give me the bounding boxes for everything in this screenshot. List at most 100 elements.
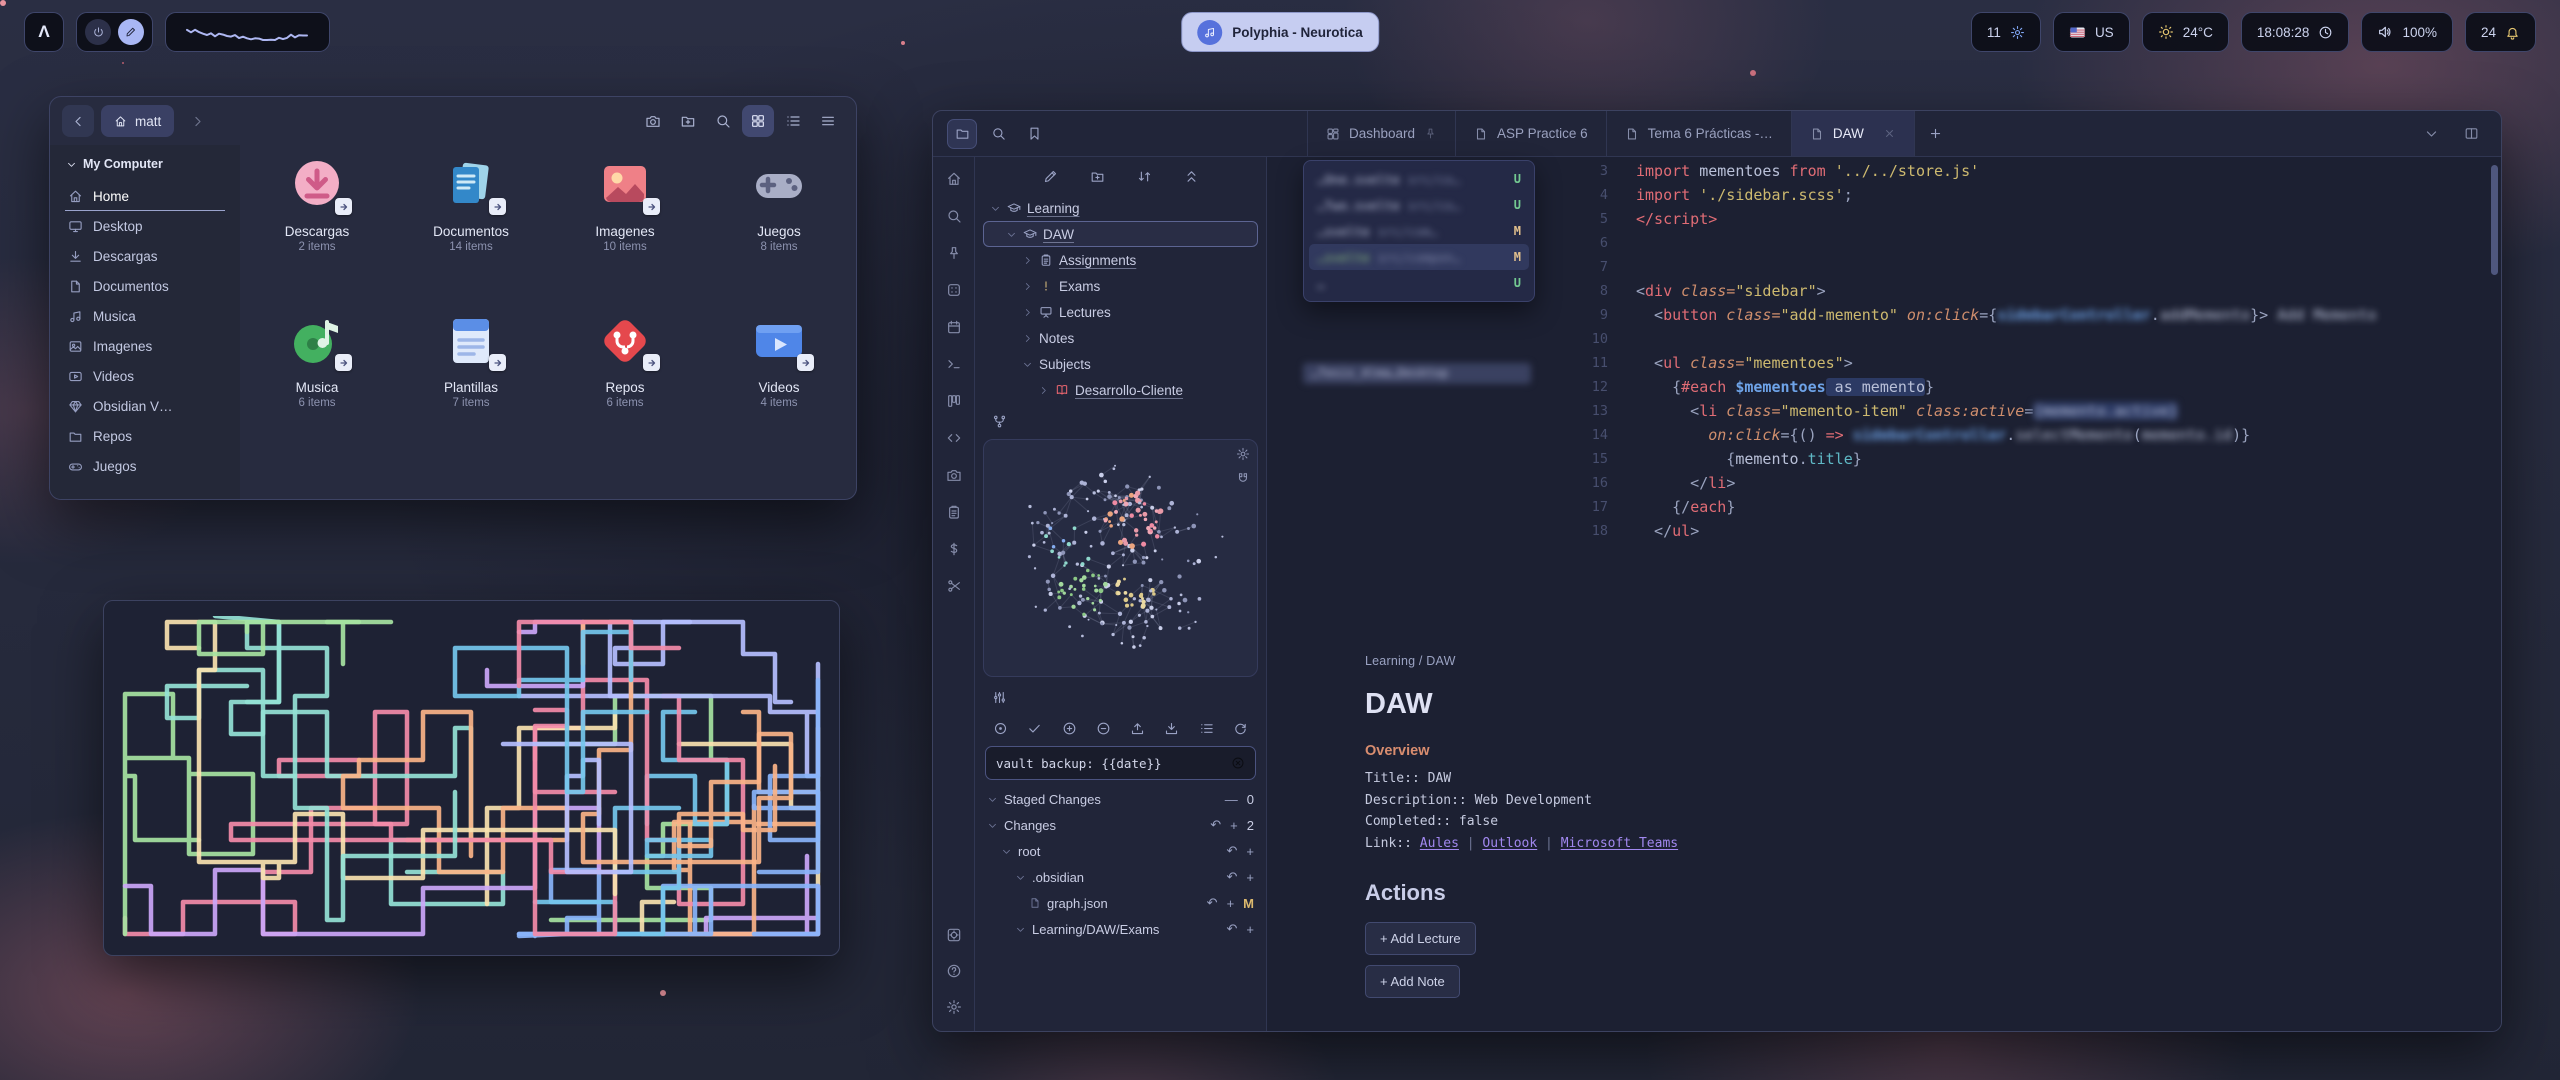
- open-file-row[interactable]: …One.sveltesrc/co…U: [1309, 166, 1529, 192]
- ribbon-dice-button[interactable]: [942, 278, 966, 302]
- folder-repos[interactable]: Repos6 items: [553, 313, 697, 469]
- tree-item-notes[interactable]: Notes: [983, 325, 1258, 351]
- tree-item-learning[interactable]: Learning: [983, 195, 1258, 221]
- folder-videos[interactable]: Videos4 items: [707, 313, 851, 469]
- sort-button[interactable]: [1137, 169, 1152, 184]
- folder-plus-button[interactable]: [1090, 169, 1105, 184]
- search-view-button[interactable]: [707, 105, 739, 137]
- add-lecture-button[interactable]: + Add Lecture: [1365, 922, 1476, 955]
- folder-imagenes[interactable]: Imagenes10 items: [553, 157, 697, 313]
- folder-plantillas[interactable]: Plantillas7 items: [399, 313, 543, 469]
- git-row-graph-json[interactable]: graph.json↶+M: [983, 890, 1258, 916]
- launcher-button[interactable]: Λ: [24, 12, 64, 52]
- ribbon-home-button[interactable]: [942, 167, 966, 191]
- editor-area[interactable]: 3import mementoes from '../../store.js'4…: [1267, 157, 2501, 1031]
- pencil-button[interactable]: [1043, 169, 1058, 184]
- collapse-button[interactable]: [1184, 169, 1199, 184]
- ribbon-calendar-button[interactable]: [942, 315, 966, 339]
- graph-gear-button[interactable]: [1236, 447, 1250, 461]
- ribbon-vault-button[interactable]: [942, 923, 966, 947]
- stage-icon[interactable]: +: [1246, 844, 1254, 859]
- folder-juegos[interactable]: Juegos8 items: [707, 157, 851, 313]
- open-file-row[interactable]: …Two.sveltesrc/co…U: [1309, 192, 1529, 218]
- git-upload-tray-button[interactable]: [1130, 721, 1145, 736]
- git-check-button[interactable]: [1027, 721, 1042, 736]
- tab-daw[interactable]: DAW: [1791, 111, 1915, 156]
- note-link-outlook[interactable]: Outlook: [1482, 836, 1537, 851]
- open-file-row[interactable]: …U: [1309, 270, 1529, 296]
- folder-documentos[interactable]: Documentos14 items: [399, 157, 543, 313]
- git-refresh-button[interactable]: [1233, 721, 1248, 736]
- git-row-learning-daw-exams[interactable]: Learning/DAW/Exams↶+: [983, 916, 1258, 942]
- sidebar-item-obsidian-v[interactable]: Obsidian V…: [58, 391, 232, 421]
- stage-icon[interactable]: +: [1230, 818, 1238, 833]
- commit-message-input[interactable]: vault backup: {{date}}: [985, 746, 1256, 780]
- scrollbar[interactable]: [2491, 165, 2498, 275]
- open-file-row[interactable]: …sveltesrc/com…M: [1309, 218, 1529, 244]
- local-graph-panel[interactable]: [983, 439, 1258, 677]
- tab-tema-6-pr-cticas[interactable]: Tema 6 Prácticas -…: [1606, 111, 1791, 156]
- ribbon-camera-button[interactable]: [942, 463, 966, 487]
- pipes-terminal-window[interactable]: [103, 600, 840, 956]
- git-row-root[interactable]: root↶+: [983, 838, 1258, 864]
- ribbon-clipboard-button[interactable]: [942, 500, 966, 524]
- discard-icon[interactable]: ↶: [1210, 817, 1221, 833]
- list-view-button[interactable]: [777, 105, 809, 137]
- new-tab-button[interactable]: [1915, 111, 1957, 156]
- note-link-microsoft-teams[interactable]: Microsoft Teams: [1561, 836, 1678, 851]
- discard-icon[interactable]: ↶: [1227, 843, 1238, 859]
- volume-widget[interactable]: 100%: [2361, 12, 2453, 52]
- tree-item-daw[interactable]: DAW: [983, 221, 1258, 247]
- close-tab-icon[interactable]: [1883, 127, 1896, 140]
- folder-sidebar-tab[interactable]: [947, 119, 977, 149]
- note-link-aules[interactable]: Aules: [1420, 836, 1459, 851]
- clear-message-icon[interactable]: [1231, 756, 1245, 770]
- ribbon-dollar-button[interactable]: [942, 537, 966, 561]
- sidebar-item-videos[interactable]: Videos: [58, 361, 232, 391]
- tree-item-assignments[interactable]: Assignments: [983, 247, 1258, 273]
- stage-icon[interactable]: +: [1246, 870, 1254, 885]
- updates-widget[interactable]: 11: [1971, 12, 2041, 52]
- sidebar-item-musica[interactable]: Musica: [58, 301, 232, 331]
- forward-button[interactable]: [181, 105, 213, 137]
- tree-item-lectures[interactable]: Lectures: [983, 299, 1258, 325]
- git-row-changes[interactable]: Changes↶+2: [983, 812, 1258, 838]
- sidebar-item-home[interactable]: Home: [58, 181, 232, 211]
- sidebar-item-repos[interactable]: Repos: [58, 421, 232, 451]
- ribbon-pin-button[interactable]: [942, 241, 966, 265]
- git-row-obsidian[interactable]: .obsidian↶+: [983, 864, 1258, 890]
- sidebar-item-imagenes[interactable]: Imagenes: [58, 331, 232, 361]
- ribbon-scissors-button[interactable]: [942, 574, 966, 598]
- git-row-staged-changes[interactable]: Staged Changes—0: [983, 786, 1258, 812]
- ribbon-kanban-button[interactable]: [942, 389, 966, 413]
- git-plus-circle-button[interactable]: [1062, 721, 1077, 736]
- ribbon-terminal-button[interactable]: [942, 352, 966, 376]
- grid-view-button[interactable]: [742, 105, 774, 137]
- ribbon-help-button[interactable]: [942, 959, 966, 983]
- stage-icon[interactable]: +: [1227, 896, 1235, 911]
- tab-list-button[interactable]: [2419, 122, 2443, 146]
- notes-button[interactable]: [118, 19, 144, 45]
- sidebar-item-juegos[interactable]: Juegos: [58, 451, 232, 481]
- breadcrumb[interactable]: matt: [101, 105, 174, 137]
- menu-view-button[interactable]: [812, 105, 844, 137]
- tab-dashboard[interactable]: Dashboard: [1307, 111, 1455, 156]
- sidebar-item-descargas[interactable]: Descargas: [58, 241, 232, 271]
- search-sidebar-tab[interactable]: [983, 119, 1013, 149]
- git-download-tray-button[interactable]: [1164, 721, 1179, 736]
- git-circle-dot-button[interactable]: [993, 721, 1008, 736]
- ribbon-gear-button[interactable]: [942, 995, 966, 1019]
- tree-item-subjects[interactable]: Subjects: [983, 351, 1258, 377]
- git-list-button[interactable]: [1199, 721, 1214, 736]
- discard-icon[interactable]: ↶: [1227, 921, 1238, 937]
- folder-plus-view-button[interactable]: [672, 105, 704, 137]
- split-button[interactable]: [2459, 122, 2483, 146]
- weather-widget[interactable]: 24°C: [2142, 12, 2229, 52]
- system-graph-widget[interactable]: [165, 12, 330, 52]
- graph-filters-button[interactable]: [985, 684, 1013, 710]
- discard-icon[interactable]: ↶: [1227, 869, 1238, 885]
- folder-descargas[interactable]: Descargas2 items: [245, 157, 389, 313]
- clock-widget[interactable]: 18:08:28: [2241, 12, 2350, 52]
- add-note-button[interactable]: + Add Note: [1365, 965, 1460, 998]
- sidebar-item-desktop[interactable]: Desktop: [58, 211, 232, 241]
